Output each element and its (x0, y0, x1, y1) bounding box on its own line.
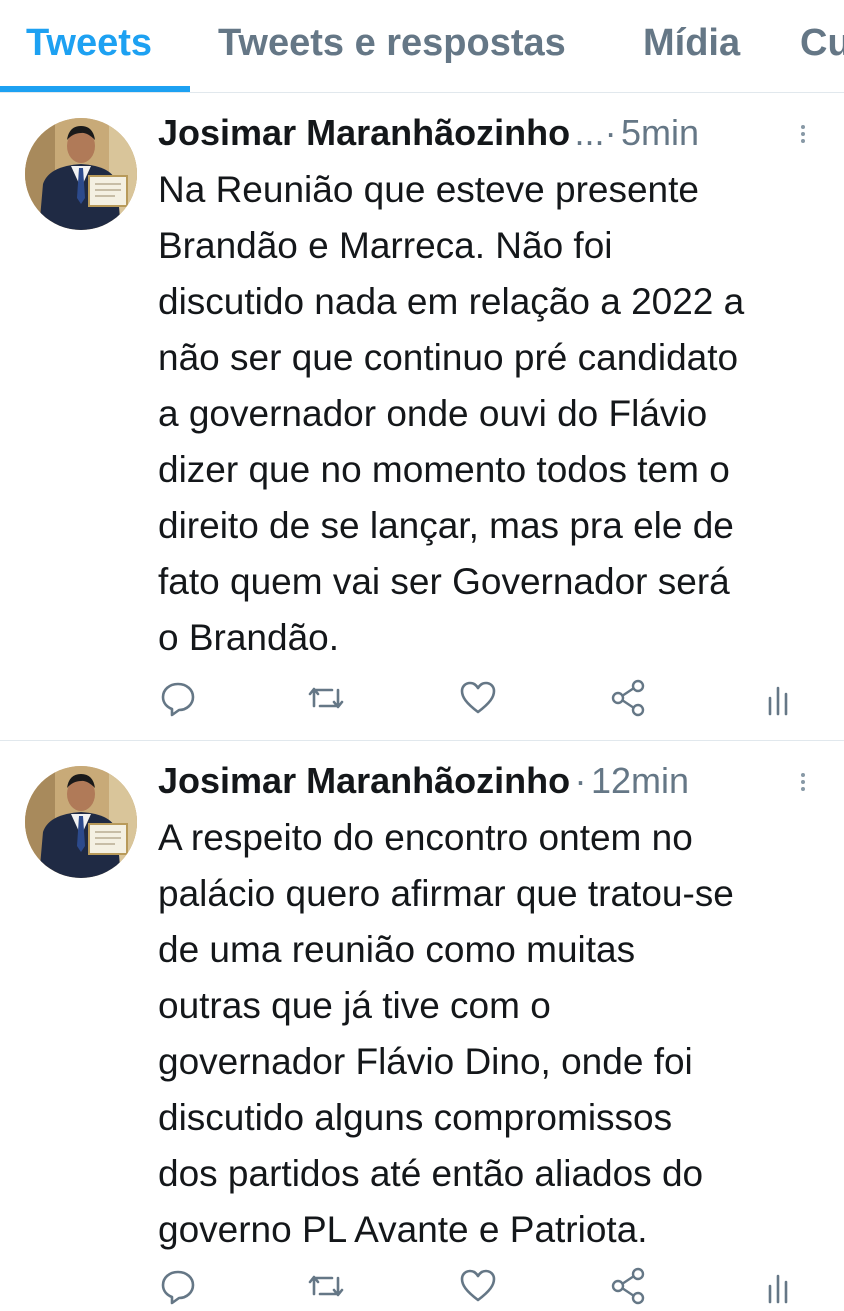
tweet-header: Josimar Maranhãozinho ...· 5min (158, 112, 818, 162)
reply-icon[interactable] (158, 1266, 198, 1306)
separator-dot: · (574, 760, 587, 801)
author-name[interactable]: Josimar Maranhãozinho (158, 760, 570, 801)
tab-tweets[interactable]: Tweets (26, 22, 152, 65)
name-ellipsis: ... (574, 112, 605, 153)
separator-dot: · (604, 112, 617, 153)
tweet-divider (0, 740, 844, 741)
tab-media[interactable]: Mídia (643, 22, 740, 65)
retweet-icon[interactable] (306, 678, 346, 718)
analytics-icon[interactable] (758, 1266, 798, 1306)
author-name[interactable]: Josimar Maranhãozinho (158, 112, 570, 153)
retweet-icon[interactable] (306, 1266, 346, 1306)
more-options-icon[interactable] (796, 770, 810, 800)
avatar[interactable] (25, 118, 137, 230)
profile-tabs: Tweets Tweets e respostas Mídia Curtidas (0, 0, 844, 93)
tweet-header: Josimar Maranhãozinho · 12min (158, 760, 818, 810)
active-tab-indicator (0, 86, 190, 92)
share-icon[interactable] (608, 1266, 648, 1306)
share-icon[interactable] (608, 678, 648, 718)
tweet-text: Na Reunião que esteve presente Brandão e… (158, 169, 745, 658)
tab-likes[interactable]: Curtidas (800, 22, 844, 65)
tab-tweets-and-replies[interactable]: Tweets e respostas (218, 22, 566, 65)
tweet-text: A respeito do encontro ontem no palácio … (158, 817, 734, 1250)
tweet-time[interactable]: 12min (591, 760, 689, 801)
like-icon[interactable] (458, 1266, 498, 1306)
more-options-icon[interactable] (796, 122, 810, 152)
reply-icon[interactable] (158, 678, 198, 718)
tweet-time[interactable]: 5min (621, 112, 699, 153)
analytics-icon[interactable] (758, 678, 798, 718)
like-icon[interactable] (458, 678, 498, 718)
avatar[interactable] (25, 766, 137, 878)
tweet-actions (158, 1266, 818, 1306)
tweet-actions (158, 678, 818, 718)
